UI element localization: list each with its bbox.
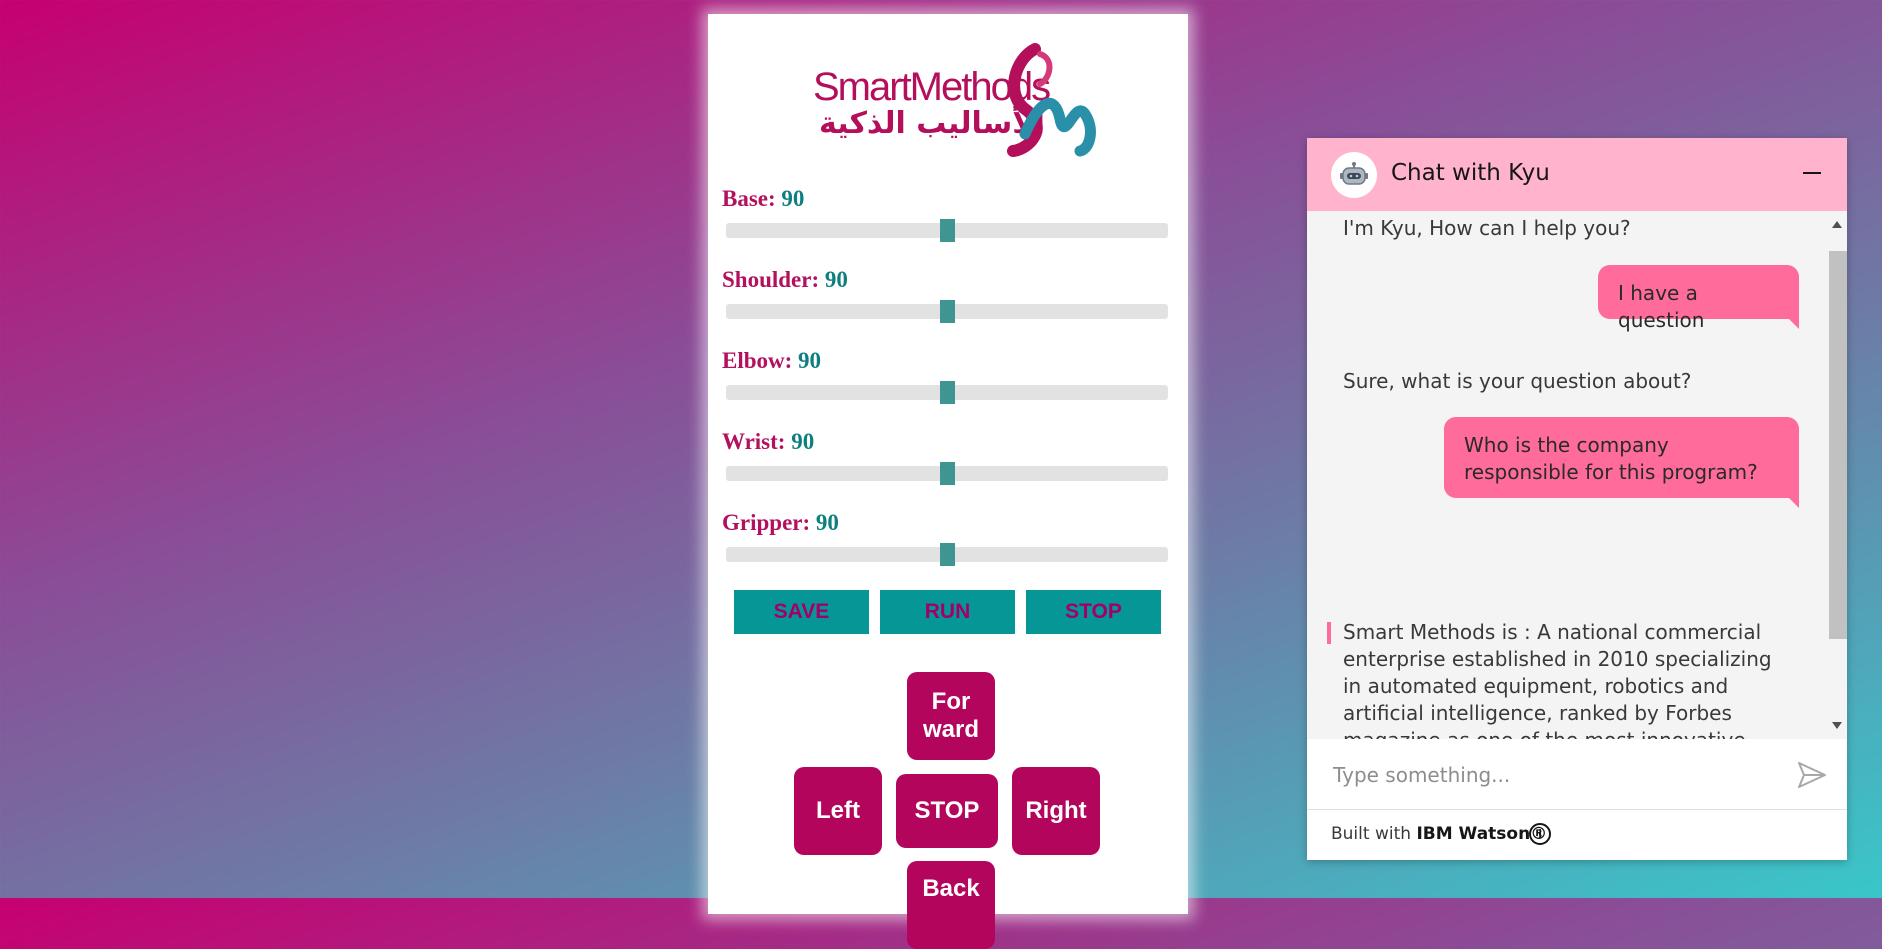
base-slider-thumb[interactable] [940, 219, 955, 242]
left-button[interactable]: Left [794, 767, 882, 855]
joint-shoulder: Shoulder: 90 [722, 266, 1172, 323]
wrist-slider-thumb[interactable] [940, 462, 955, 485]
joint-shoulder-value: 90 [824, 267, 848, 292]
gripper-slider-thumb[interactable] [940, 543, 955, 566]
bot-message: I'm Kyu, How can I help you? [1343, 216, 1631, 240]
minimize-icon[interactable] [1803, 172, 1821, 174]
control-panel: SmartMethods الأساليب الذكية Base: 90 Sh… [708, 14, 1188, 949]
stop-action-button[interactable]: STOP [1026, 590, 1161, 634]
joint-gripper-value: 90 [815, 510, 839, 535]
send-icon[interactable] [1797, 761, 1827, 789]
stop-direction-button[interactable]: STOP [896, 774, 998, 848]
back-button[interactable]: Back [907, 861, 995, 949]
bot-message: Sure, what is your question about? [1343, 369, 1692, 393]
base-slider[interactable] [726, 219, 1168, 242]
run-button[interactable]: RUN [880, 590, 1015, 634]
save-button[interactable]: SAVE [734, 590, 869, 634]
elbow-slider[interactable] [726, 381, 1168, 404]
info-icon[interactable]: i [1529, 823, 1551, 845]
joint-wrist: Wrist: 90 [722, 428, 1172, 485]
joint-base: Base: 90 [722, 185, 1172, 242]
forward-label-line2: ward [922, 716, 979, 743]
chat-footer: Built with IBM Watson® i [1307, 810, 1847, 860]
shoulder-slider-thumb[interactable] [940, 300, 955, 323]
chat-widget: Chat with Kyu I'm Kyu, How can I help yo… [1307, 138, 1847, 860]
bot-avatar [1331, 152, 1377, 198]
footer-prefix: Built with [1331, 824, 1417, 844]
joint-base-label: Base: [722, 186, 776, 211]
scroll-up-icon[interactable] [1832, 221, 1842, 228]
message-indicator-bar [1327, 622, 1331, 644]
bot-message: Smart Methods is : A national commercial… [1343, 620, 1772, 739]
joint-elbow-value: 90 [798, 348, 822, 373]
robot-icon [1340, 162, 1368, 185]
scroll-down-icon[interactable] [1832, 722, 1842, 729]
joint-wrist-value: 90 [791, 429, 815, 454]
wrist-slider[interactable] [726, 462, 1168, 485]
joint-base-value: 90 [781, 186, 805, 211]
smart-methods-logo: SmartMethods الأساليب الذكية [813, 29, 1103, 159]
chat-scrollbar-thumb[interactable] [1829, 251, 1847, 639]
joint-elbow-label: Elbow: [722, 348, 793, 373]
chat-title: Chat with Kyu [1391, 160, 1550, 186]
joint-wrist-label: Wrist: [722, 429, 786, 454]
chat-input-row [1307, 739, 1847, 810]
chat-header: Chat with Kyu [1307, 138, 1847, 211]
right-button[interactable]: Right [1012, 767, 1100, 855]
logo-ribbon-icon [1007, 43, 1096, 157]
chat-messages[interactable]: I'm Kyu, How can I help you? I have a qu… [1307, 211, 1827, 739]
joint-gripper: Gripper: 90 [722, 509, 1172, 566]
joint-elbow: Elbow: 90 [722, 347, 1172, 404]
user-message: Who is the company responsible for this … [1444, 417, 1799, 508]
forward-label-line1: For [931, 688, 971, 715]
elbow-slider-thumb[interactable] [940, 381, 955, 404]
forward-button[interactable]: For ward [907, 672, 995, 760]
user-message: I have a question [1598, 265, 1799, 332]
shoulder-slider[interactable] [726, 300, 1168, 323]
joint-shoulder-label: Shoulder: [722, 267, 820, 292]
gripper-slider[interactable] [726, 543, 1168, 566]
chat-input[interactable] [1331, 757, 1775, 793]
joint-gripper-label: Gripper: [722, 510, 811, 535]
footer-brand: IBM Watson® [1416, 824, 1548, 844]
